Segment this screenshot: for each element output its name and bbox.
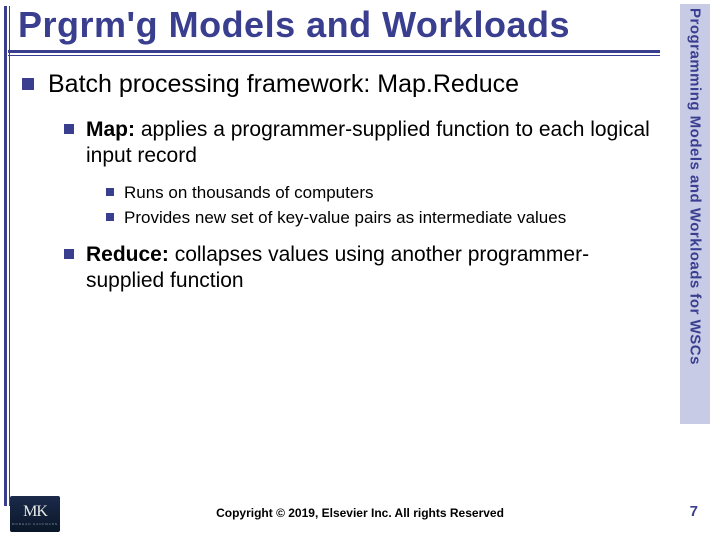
square-bullet-icon [64, 249, 74, 259]
bullet-text: Batch processing framework: Map.Reduce [48, 70, 519, 99]
bullet-lead: Map: [86, 118, 135, 141]
bullet-level2: Map: applies a programmer-supplied funct… [64, 117, 665, 170]
square-bullet-icon [106, 188, 114, 196]
logo-subtext: MORGAN KAUFMANN [12, 522, 58, 526]
bullet-rest: applies a programmer-supplied function t… [86, 118, 650, 167]
bullet-level3: Runs on thousands of computers [106, 182, 665, 203]
page-number: 7 [690, 503, 698, 520]
copyright-text: Copyright © 2019, Elsevier Inc. All righ… [0, 506, 720, 520]
bullet-text: Map: applies a programmer-supplied funct… [86, 117, 665, 170]
slide: Programming Models and Workloads for WSC… [0, 0, 720, 540]
square-bullet-icon [106, 213, 114, 221]
section-sidebar: Programming Models and Workloads for WSC… [680, 4, 710, 424]
square-bullet-icon [64, 124, 74, 134]
bullet-text: Provides new set of key-value pairs as i… [124, 207, 566, 228]
title-underline [0, 50, 660, 56]
bullet-level1: Batch processing framework: Map.Reduce [22, 70, 665, 99]
bullet-text: Reduce: collapses values using another p… [86, 242, 665, 295]
content-body: Batch processing framework: Map.Reduce M… [22, 70, 665, 307]
bullet-level3: Provides new set of key-value pairs as i… [106, 207, 665, 228]
bullet-lead: Reduce: [86, 243, 169, 266]
bullet-level2: Reduce: collapses values using another p… [64, 242, 665, 295]
section-sidebar-text: Programming Models and Workloads for WSC… [687, 8, 704, 365]
slide-title: Prgrm'g Models and Workloads [18, 4, 660, 46]
footer: MK MORGAN KAUFMANN Copyright © 2019, Els… [0, 500, 720, 532]
title-area: Prgrm'g Models and Workloads [18, 4, 660, 46]
bullet-text: Runs on thousands of computers [124, 182, 373, 203]
square-bullet-icon [22, 78, 34, 90]
